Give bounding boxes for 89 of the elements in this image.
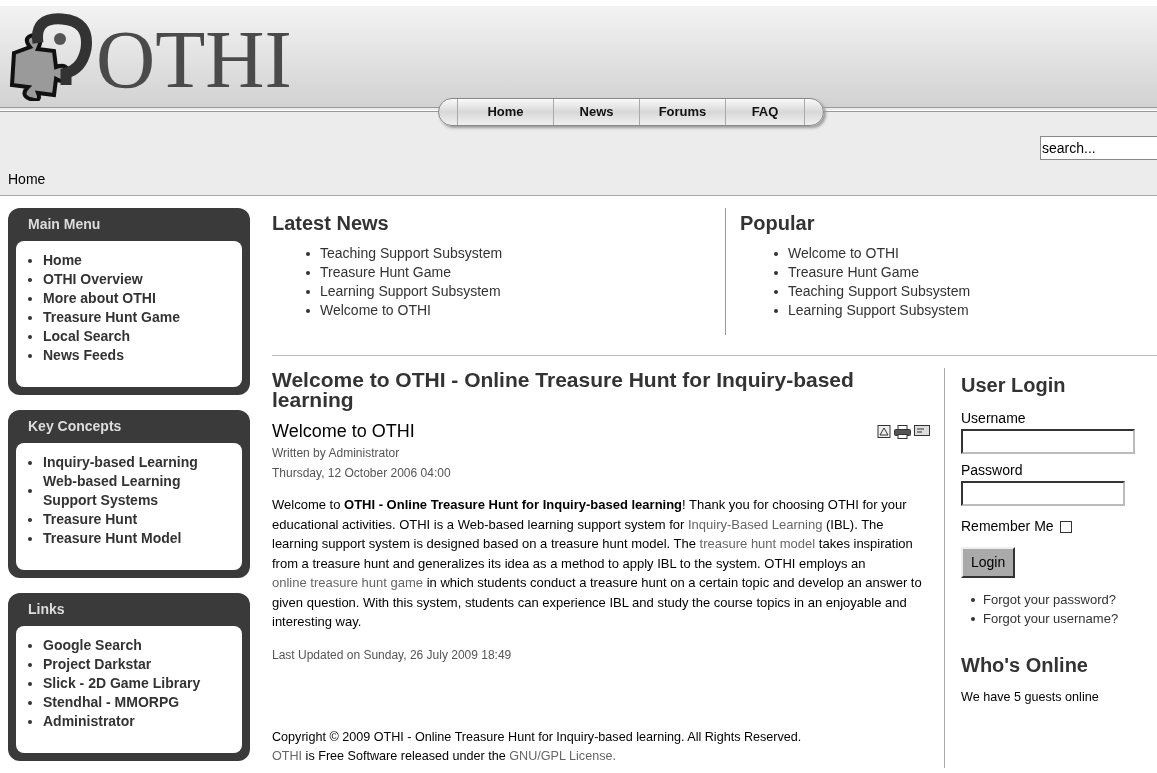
bullet-icon	[28, 277, 32, 282]
bullet-icon	[306, 308, 310, 313]
menu-link[interactable]: Web-based Learning Support Systems	[43, 472, 230, 510]
bullet-icon	[28, 662, 32, 667]
menu-link[interactable]: Treasure Hunt Game	[43, 308, 180, 327]
menu-link[interactable]: News Feeds	[43, 346, 124, 365]
menu-link[interactable]: Local Search	[43, 327, 131, 346]
menu-link[interactable]: OTHI Overview	[43, 270, 143, 289]
nav-tab[interactable]: FAQ	[725, 99, 805, 125]
news-link[interactable]: Learning Support Subsystem	[320, 282, 501, 301]
text-link[interactable]: OTHI	[272, 748, 303, 763]
menu-link[interactable]: Administrator	[43, 712, 135, 731]
section-title: Popular	[740, 211, 816, 236]
panel-title: Main Menu	[27, 215, 102, 234]
password-field[interactable]	[961, 481, 1125, 506]
news-link[interactable]: Teaching Support Subsystem	[788, 282, 971, 301]
menu-link[interactable]: Inquiry-based Learning	[43, 453, 198, 472]
field-label: Username	[961, 409, 1027, 428]
bullet-icon	[28, 258, 32, 263]
menu-link[interactable]: Treasure Hunt Model	[43, 529, 182, 548]
bullet-icon	[28, 460, 32, 465]
bullet-icon	[774, 289, 778, 294]
menu-link[interactable]: Project Darkstar	[43, 655, 152, 674]
username-field[interactable]	[961, 429, 1135, 454]
page-heading: Welcome to OTHI - Online Treasure Hunt for Inquiry-based learning	[272, 370, 855, 410]
bullet-icon	[306, 251, 310, 256]
news-link[interactable]: Welcome to OTHI	[320, 301, 431, 320]
bullet-icon	[28, 315, 32, 320]
nav-tab[interactable]: News	[553, 99, 639, 125]
bullet-icon	[28, 700, 32, 705]
bullet-icon	[28, 489, 32, 493]
bullet-icon	[971, 597, 975, 602]
article-date: Thursday, 12 October 2006 04:00	[272, 465, 452, 481]
bullet-icon	[28, 334, 32, 339]
text-link[interactable]: Forgot your password?	[983, 590, 1116, 609]
nav-tab[interactable]: Forums	[639, 99, 725, 125]
bullet-icon	[28, 296, 32, 301]
text-link[interactable]: Inquiry-Based Learning	[687, 516, 823, 532]
pdf-icon[interactable]	[877, 424, 891, 438]
article-paragraph: Welcome to OTHI - Online Treasure Hunt for Inquiry-based learning! Thank you for choosing OTHI for your educational activities. OTHI is a Web-based learning support system for Inquiry-Based Learning (IBL). The learning support system is designed based on a treasure hunt model. The treasure hunt model takes inspiration from a treasure hunt and generalizes its idea as a method to apply IBL to the system. OTHI employs an online treasure hunt game in which students conduct a treasure hunt on a certain topic and develop an answer to given question. With this system, students can experience IBL and study the course topics in an enjoyable and interesting way.	[272, 496, 923, 631]
breadcrumb: Home	[8, 170, 46, 189]
bullet-icon	[28, 681, 32, 686]
bullet-icon	[774, 270, 778, 275]
bullet-icon	[306, 289, 310, 294]
panel-title: Links	[27, 600, 66, 619]
text-link[interactable]: Forgot your username?	[983, 609, 1119, 628]
menu-link[interactable]: Home	[43, 251, 82, 270]
news-link[interactable]: Teaching Support Subsystem	[320, 244, 503, 263]
panel-title: Key Concepts	[27, 417, 123, 436]
login-button[interactable]: Login	[961, 547, 1016, 578]
bullet-icon	[28, 536, 32, 541]
license-text: OTHI is Free Software released under the GNU/GPL License.	[272, 747, 617, 765]
bullet-icon	[774, 251, 778, 256]
bullet-icon	[306, 270, 310, 275]
section-title: User Login	[961, 373, 1067, 398]
news-link[interactable]: Treasure Hunt Game	[788, 263, 919, 282]
section-title: Who's Online	[961, 653, 1089, 678]
online-status-text: We have 5 guests online	[961, 689, 1100, 706]
bullet-icon	[971, 616, 975, 621]
last-updated: Last Updated on Sunday, 26 July 2009 18:49	[272, 646, 513, 664]
menu-link[interactable]: Google Search	[43, 636, 142, 655]
news-link[interactable]: Treasure Hunt Game	[320, 263, 451, 282]
news-link[interactable]: Welcome to OTHI	[788, 244, 899, 263]
email-icon[interactable]	[914, 424, 930, 436]
search-field[interactable]: search...	[1040, 136, 1157, 160]
puzzle-question-icon	[8, 12, 94, 101]
bullet-icon	[28, 353, 32, 358]
text-link[interactable]: online treasure hunt game	[272, 575, 424, 590]
text-link[interactable]: treasure hunt model	[699, 536, 816, 551]
section-title: Latest News	[272, 211, 390, 236]
logo-text: OTHI	[96, 18, 292, 101]
article-title: Welcome to OTHI	[272, 420, 415, 443]
copyright-text: Copyright © 2009 OTHI - Online Treasure Hunt for Inquiry-based learning. All Rights Reserved.	[272, 728, 803, 746]
remember-checkbox[interactable]	[1059, 520, 1072, 533]
field-label: Password	[961, 461, 1024, 480]
nav-tab[interactable]: Home	[457, 99, 553, 125]
menu-link[interactable]: Stendhal - MMORPG	[43, 693, 180, 712]
checkbox-label: Remember Me	[961, 517, 1054, 536]
menu-link[interactable]: Slick - 2D Game Library	[43, 674, 201, 693]
print-icon[interactable]	[894, 424, 911, 439]
bullet-icon	[28, 719, 32, 724]
bullet-icon	[28, 643, 32, 648]
article-author: Written by Administrator	[272, 445, 401, 461]
bullet-icon	[28, 517, 32, 522]
menu-link[interactable]: Treasure Hunt	[43, 510, 138, 529]
bullet-icon	[774, 308, 778, 313]
news-link[interactable]: Learning Support Subsystem	[788, 301, 969, 320]
menu-link[interactable]: More about OTHI	[43, 289, 156, 308]
text-link[interactable]: GNU/GPL License.	[509, 748, 616, 763]
